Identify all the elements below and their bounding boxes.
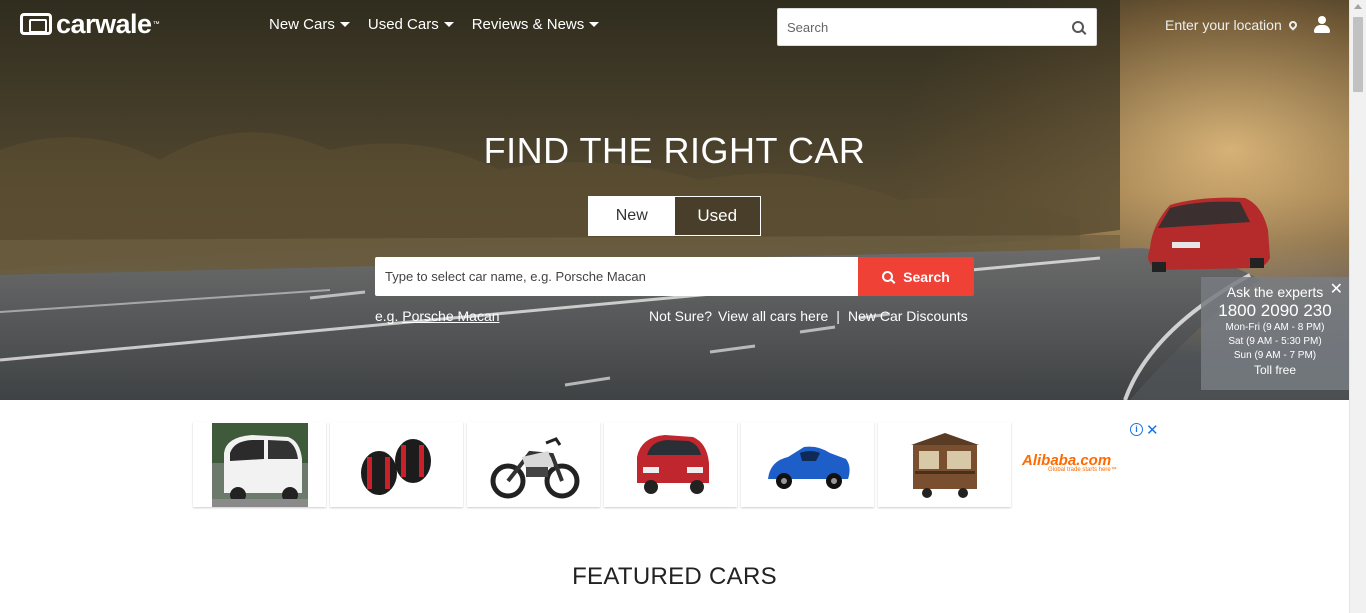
carwale-logo[interactable]: carwale ™ [20,8,160,39]
logo-trademark: ™ [152,20,160,28]
page: carwale ™ New Cars Used Cars Reviews & Ne… [0,0,1366,613]
motorcycle-image [490,436,579,498]
blue-toy-car-image [767,446,850,489]
chevron-down-icon [339,22,350,27]
link-separator: | [836,308,840,324]
header-search [777,8,1097,46]
example-link[interactable]: Porsche Macan [402,308,499,324]
header-search-input[interactable] [778,9,1072,45]
carwale-logo-icon [20,13,52,35]
experts-toll-free: Toll free [1253,363,1297,377]
alibaba-advertiser-logo[interactable]: Alibaba.com Global trade starts here™ [1022,452,1134,473]
ask-experts-panel: ✕ Ask the experts 1800 2090 230 Mon-Fri … [1201,277,1349,390]
dumbbell-image [360,438,431,495]
car-search-button[interactable]: Search [858,257,974,296]
search-icon [882,271,894,282]
experts-hours-saturday: Sat (9 AM - 5:30 PM) [1228,336,1322,347]
location-selector[interactable]: Enter your location [1165,17,1299,33]
search-helper-links: Not Sure? View all cars here | New Car D… [649,308,968,324]
experts-hours-weekday: Mon-Fri (9 AM - 8 PM) [1225,322,1325,333]
close-icon[interactable]: ✕ [1330,282,1343,298]
experts-title: Ask the experts [1226,284,1324,300]
info-icon[interactable]: i [1130,423,1143,436]
chevron-down-icon [443,22,454,27]
nav-new-cars[interactable]: New Cars [269,16,350,33]
hero-banner: carwale ™ New Cars Used Cars Reviews & Ne… [0,0,1349,400]
nav-reviews-news-label: Reviews & News [471,16,585,33]
search-button-label: Search [903,268,950,285]
new-used-toggle: New Used [588,196,761,236]
ad-item-6[interactable] [878,422,1011,507]
red-hatchback-image [636,434,709,494]
ad-item-3[interactable] [467,422,600,507]
nav-used-cars-label: Used Cars [367,16,439,33]
location-label: Enter your location [1165,17,1282,33]
ad-banner: Alibaba.com Global trade starts here™ i … [193,422,1163,508]
logo-text: carwale [56,8,152,39]
ad-item-1[interactable] [193,422,326,507]
ad-item-5[interactable] [741,422,874,507]
close-icon[interactable]: ✕ [1146,421,1159,439]
nav-reviews-news[interactable]: Reviews & News [472,16,600,33]
car-search-input[interactable] [375,257,858,296]
view-all-cars-link[interactable]: View all cars here [718,308,828,324]
food-cart-image [910,432,979,498]
example-prefix: e.g. [375,308,403,324]
user-account-icon[interactable] [1313,16,1331,34]
hero-title: FIND THE RIGHT CAR [483,130,866,171]
toggle-new[interactable]: New [589,197,675,235]
ad-item-2[interactable] [330,422,463,507]
scroll-up-arrow-icon[interactable] [1354,4,1362,9]
ad-item-4[interactable] [604,422,737,507]
search-icon[interactable] [1072,21,1084,33]
toggle-used[interactable]: Used [674,197,760,235]
main-nav: New Cars Used Cars Reviews & News [269,16,600,33]
advertiser-tagline: Global trade starts here™ [1048,467,1117,473]
nav-used-cars[interactable]: Used Cars [368,16,454,33]
page-scrollbar[interactable] [1349,0,1366,613]
featured-cars-heading: FEATURED CARS [572,563,777,590]
map-pin-icon [1287,19,1299,31]
car-search-bar: Search [375,257,974,296]
experts-phone[interactable]: 1800 2090 230 [1201,301,1349,321]
not-sure-text: Not Sure? [649,308,713,324]
scroll-thumb[interactable] [1353,17,1363,92]
experts-hours-sunday: Sun (9 AM - 7 PM) [1233,350,1317,361]
chevron-down-icon [589,22,600,27]
new-car-discounts-link[interactable]: New Car Discounts [848,308,968,324]
red-car-image [1148,197,1270,272]
search-example: e.g. Porsche Macan [375,308,500,324]
white-microcar-image [211,422,308,507]
nav-new-cars-label: New Cars [269,16,335,33]
